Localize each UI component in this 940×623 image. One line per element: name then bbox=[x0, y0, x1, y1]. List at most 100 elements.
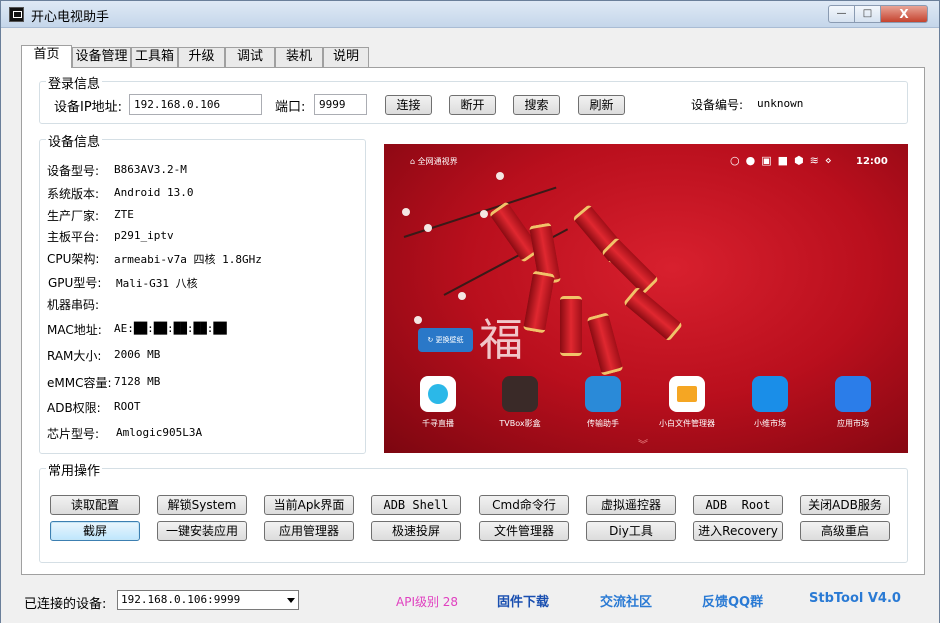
blossom-decoration bbox=[414, 316, 422, 324]
minimize-button[interactable]: — bbox=[828, 5, 855, 23]
qq-group-link[interactable]: 反馈QQ群 bbox=[702, 591, 763, 610]
community-link[interactable]: 交流社区 bbox=[600, 591, 652, 610]
firecracker-decoration bbox=[560, 296, 582, 356]
tv-app-name: 小维市场 bbox=[754, 419, 786, 428]
tab-device-manage[interactable]: 设备管理 bbox=[72, 47, 131, 67]
port-label: 端口: bbox=[275, 100, 306, 115]
current-apk-button[interactable]: 当前Apk界面 bbox=[264, 495, 354, 515]
info-label-mac: MAC地址: bbox=[47, 323, 102, 337]
search-button[interactable]: 搜索 bbox=[513, 95, 560, 115]
info-label-emmc: eMMC容量: bbox=[47, 376, 112, 390]
tv-app-filemanager: 小白文件管理器 bbox=[652, 376, 722, 429]
tv-app-tvbox: TVBox影盒 bbox=[485, 376, 555, 429]
tab-upgrade[interactable]: 升级 bbox=[178, 47, 225, 67]
login-group: 登录信息 设备IP地址: 192.168.0.106 端口: 9999 连接 断… bbox=[39, 73, 908, 124]
read-config-button[interactable]: 读取配置 bbox=[50, 495, 140, 515]
tv-app-xiaowei: 小维市场 bbox=[735, 376, 805, 429]
info-value-chip: Amlogic905L3A bbox=[116, 426, 203, 439]
blossom-decoration bbox=[424, 224, 432, 232]
device-id-label: 设备编号: bbox=[691, 98, 744, 112]
file-manager-button[interactable]: 文件管理器 bbox=[479, 521, 569, 541]
unlock-system-button[interactable]: 解锁System bbox=[157, 495, 247, 515]
adb-shell-button[interactable]: ADB Shell bbox=[371, 495, 461, 515]
recovery-button[interactable]: 进入Recovery bbox=[693, 521, 783, 541]
port-input[interactable]: 9999 bbox=[314, 94, 367, 115]
refresh-button[interactable]: 刷新 bbox=[578, 95, 625, 115]
tv-status-icons: ○●▣■⬢≋⋄ bbox=[730, 154, 838, 167]
title-bar[interactable]: 开心电视助手 — □ X bbox=[1, 1, 939, 28]
folder-transfer-icon bbox=[585, 376, 621, 412]
window-title: 开心电视助手 bbox=[31, 10, 110, 25]
app-icon bbox=[9, 7, 24, 22]
info-value-model: B863AV3.2-M bbox=[114, 163, 187, 176]
tab-toolbox[interactable]: 工具箱 bbox=[131, 47, 178, 67]
firecracker-decoration bbox=[622, 286, 684, 342]
info-value-adb: ROOT bbox=[114, 400, 141, 413]
version-link[interactable]: StbTool V4.0 bbox=[809, 591, 901, 606]
tab-home[interactable]: 首页 bbox=[21, 45, 72, 68]
file-manager-icon bbox=[669, 376, 705, 412]
home-label-text: 全网通视界 bbox=[417, 157, 458, 166]
device-id-value: unknown bbox=[757, 97, 804, 110]
info-label-vendor: 生产厂家: bbox=[47, 209, 100, 223]
tv-app-name: TVBox影盒 bbox=[499, 419, 541, 428]
tab-about[interactable]: 说明 bbox=[323, 47, 369, 67]
screen-cast-button[interactable]: 极速投屏 bbox=[371, 521, 461, 541]
blossom-decoration bbox=[458, 292, 466, 300]
tv-app-transfer: 传输助手 bbox=[568, 376, 638, 429]
ip-input[interactable]: 192.168.0.106 bbox=[129, 94, 262, 115]
connect-button[interactable]: 连接 bbox=[385, 95, 432, 115]
firmware-download-link[interactable]: 固件下载 bbox=[497, 591, 549, 610]
virtual-remote-button[interactable]: 虚拟遥控器 bbox=[586, 495, 676, 515]
blossom-decoration bbox=[496, 172, 504, 180]
login-group-title: 登录信息 bbox=[46, 73, 103, 92]
close-button[interactable]: X bbox=[880, 5, 928, 23]
home-panel: 登录信息 设备IP地址: 192.168.0.106 端口: 9999 连接 断… bbox=[21, 67, 925, 575]
home-icon: ⌂ bbox=[410, 157, 416, 166]
fu-character-decoration: 福 bbox=[479, 315, 523, 366]
settings-icon: ⬢ bbox=[794, 154, 810, 167]
tv-app-qianxun: 千寻直播 bbox=[403, 376, 473, 429]
refresh-icon: ↻ bbox=[427, 336, 434, 344]
info-value-vendor: ZTE bbox=[114, 208, 134, 221]
disconnect-button[interactable]: 断开 bbox=[449, 95, 496, 115]
tv-clock: 12:00 bbox=[856, 156, 888, 167]
api-level-label: API级别 28 bbox=[396, 595, 459, 609]
play-icon bbox=[420, 376, 456, 412]
search-icon: ○ bbox=[730, 154, 746, 167]
tab-install[interactable]: 装机 bbox=[275, 47, 323, 67]
screenshot-button[interactable]: 截屏 bbox=[50, 521, 140, 541]
tv-app-name: 应用市场 bbox=[837, 419, 869, 428]
app-grid-icon bbox=[835, 376, 871, 412]
info-label-adb: ADB权限: bbox=[47, 401, 101, 415]
info-label-os: 系统版本: bbox=[47, 187, 100, 201]
ip-label: 设备IP地址: bbox=[54, 100, 123, 115]
tv-app-name: 传输助手 bbox=[587, 419, 619, 428]
tab-debug[interactable]: 调试 bbox=[225, 47, 275, 67]
app-manager-button[interactable]: 应用管理器 bbox=[264, 521, 354, 541]
close-adb-button[interactable]: 关闭ADB服务 bbox=[800, 495, 890, 515]
info-value-emmc: 7128 MB bbox=[114, 375, 161, 388]
info-value-ram: 2006 MB bbox=[114, 348, 161, 361]
cmd-button[interactable]: Cmd命令行 bbox=[479, 495, 569, 515]
maximize-button[interactable]: □ bbox=[854, 5, 881, 23]
adb-root-button[interactable]: ADB Root bbox=[693, 495, 783, 515]
shopping-bag-icon bbox=[752, 376, 788, 412]
diy-tools-button[interactable]: Diy工具 bbox=[586, 521, 676, 541]
firecracker-decoration bbox=[586, 312, 624, 376]
advanced-reboot-button[interactable]: 高级重启 bbox=[800, 521, 890, 541]
wallpaper-button-label: 更换壁纸 bbox=[435, 336, 464, 344]
image-icon: ▣ bbox=[761, 154, 778, 167]
info-label-serial: 机器串码: bbox=[47, 298, 100, 312]
palette-icon: ● bbox=[745, 154, 762, 167]
ops-group-title: 常用操作 bbox=[46, 460, 103, 479]
usb-icon: ⋄ bbox=[824, 154, 838, 167]
home-label: ⌂ 全网通视界 bbox=[410, 156, 458, 167]
info-label-gpu: GPU型号: bbox=[48, 276, 102, 290]
info-label-chip: 芯片型号: bbox=[47, 427, 100, 441]
ops-group: 常用操作 读取配置 解锁System 当前Apk界面 ADB Shell Cmd… bbox=[39, 460, 908, 563]
info-value-mac: AE:██:██:██:██:██ bbox=[114, 322, 227, 335]
connected-device-select[interactable]: 192.168.0.106:9999 bbox=[117, 590, 299, 610]
install-app-button[interactable]: 一键安装应用 bbox=[157, 521, 247, 541]
info-label-cpu: CPU架构: bbox=[47, 252, 100, 266]
